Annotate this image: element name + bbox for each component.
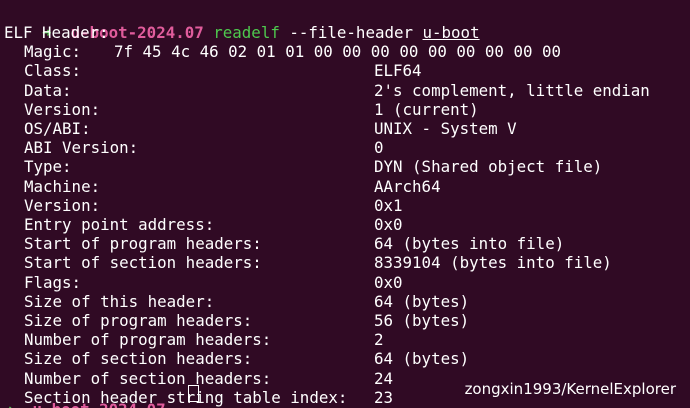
row-value: 0: [374, 138, 384, 158]
row-value: 0x1: [374, 195, 403, 215]
row-value: 1 (current): [374, 99, 479, 119]
elf-header-row: Type: DYN (Shared object file): [4, 157, 602, 176]
next-prompt-directory: u-boot-2024.07: [33, 400, 166, 408]
row-label: Start of section headers:: [24, 253, 262, 273]
row-value: 64 (bytes): [374, 349, 470, 369]
row-value: 64 (bytes into file): [374, 234, 565, 254]
row-label: Version:: [24, 99, 101, 119]
row-label: Machine:: [24, 176, 101, 196]
row-value: 23: [374, 387, 394, 407]
row-label: Size of this header:: [24, 291, 215, 311]
row-value: 8339104 (bytes into file): [374, 253, 612, 273]
row-value: DYN (Shared object file): [374, 157, 603, 177]
row-value: AArch64: [374, 176, 441, 196]
elf-header-row: Entry point address: 0x0: [4, 215, 403, 234]
elf-header-row: Start of program headers: 64 (bytes into …: [4, 234, 564, 253]
command-file-arg: u-boot: [422, 23, 480, 43]
elf-header-row: OS/ABI: UNIX - System V: [4, 119, 517, 138]
row-label: Start of program headers:: [24, 234, 262, 254]
row-value: ELF64: [374, 61, 422, 81]
elf-header-row: Flags: 0x0: [4, 273, 403, 292]
row-value: 64 (bytes): [374, 291, 470, 311]
command-args: --file-header: [279, 23, 423, 43]
row-value: 2's complement, little endian: [374, 80, 650, 100]
row-value: 0x0: [374, 272, 403, 292]
elf-header-row: Machine: AArch64: [4, 177, 441, 196]
elf-header-row: Size of section headers: 64 (bytes): [4, 349, 469, 368]
row-label: Flags:: [24, 272, 82, 292]
elf-header-title: ELF Header:: [4, 23, 109, 42]
row-value: 2: [374, 330, 384, 350]
row-label: Version:: [24, 195, 101, 215]
command-name: readelf: [213, 23, 280, 43]
row-label: Class:: [24, 61, 82, 81]
row-label: Number of program headers:: [24, 330, 272, 350]
elf-header-row: Class: ELF64: [4, 61, 422, 80]
elf-header-row: Magic: 7f 45 4c 46 02 01 01 00 00 00 00 0…: [4, 42, 561, 61]
row-value: 24: [374, 368, 394, 388]
next-prompt-arrow-icon: ➜: [4, 400, 14, 408]
command-prompt-line: ➜ u-boot-2024.07 readelf --file-header u…: [4, 4, 480, 42]
watermark-text: zongxin1993/KernelExplorer: [462, 380, 678, 398]
row-value: UNIX - System V: [374, 119, 517, 138]
row-label: OS/ABI:: [24, 119, 91, 138]
row-label: Size of program headers:: [24, 311, 253, 330]
elf-header-row: ABI Version: 0: [4, 138, 384, 157]
elf-header-row: Version: 0x1: [4, 196, 403, 215]
elf-header-row: Size of program headers: 56 (bytes): [4, 311, 469, 330]
terminal-cursor[interactable]: [186, 385, 199, 404]
row-label: Entry point address:: [24, 215, 215, 234]
next-prompt-line: ➜ u-boot-2024.07: [4, 400, 166, 408]
row-label: ABI Version:: [24, 138, 139, 158]
elf-header-row: Size of this header: 64 (bytes): [4, 292, 469, 311]
row-label: Data:: [24, 80, 72, 100]
terminal-window[interactable]: ➜ u-boot-2024.07 readelf --file-header u…: [0, 0, 690, 408]
row-label: Size of section headers:: [24, 349, 253, 369]
row-value: 56 (bytes): [374, 311, 470, 330]
elf-header-row: Version: 1 (current): [4, 100, 479, 119]
row-label: Magic:: [24, 42, 82, 62]
elf-header-row: Start of section headers: 8339104 (bytes …: [4, 253, 612, 272]
row-label: Type:: [24, 157, 72, 177]
row-value: 7f 45 4c 46 02 01 01 00 00 00 00 00 00 0…: [114, 42, 561, 62]
elf-header-row: Number of program headers: 2: [4, 330, 384, 349]
row-value: 0x0: [374, 215, 403, 234]
elf-header-row: Data: 2's complement, little endian: [4, 81, 650, 100]
